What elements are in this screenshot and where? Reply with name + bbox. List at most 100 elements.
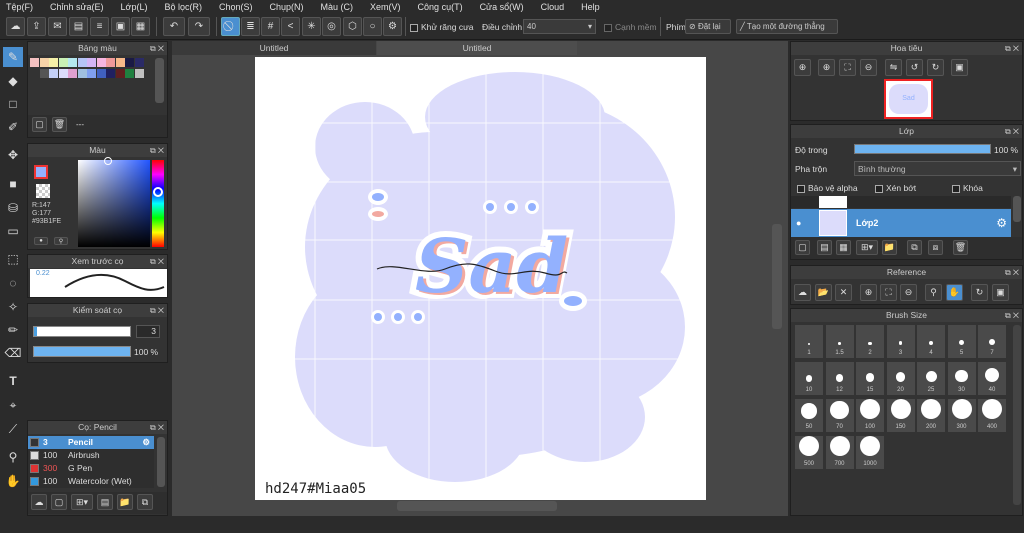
brush-item-watercolor[interactable]: 100 Watercolor (Wet) — [28, 475, 154, 488]
fill-rect-icon[interactable]: ■ — [3, 174, 23, 194]
brush-size-cell[interactable]: 10 — [795, 362, 823, 395]
pen-tool-icon[interactable]: ✐ — [3, 117, 23, 137]
brush-size-cell[interactable]: 700 — [825, 436, 854, 469]
folder-icon[interactable]: 📁 — [882, 240, 897, 255]
blend-select[interactable]: Bình thường ▾ — [854, 161, 1021, 176]
brush-size-value[interactable]: 3 — [136, 325, 160, 338]
straight-line-button[interactable]: ╱ Tạo một đường thẳng — [736, 19, 838, 34]
new-layer-icon[interactable]: ▢ — [795, 240, 810, 255]
brush-size-cell[interactable]: 15 — [856, 362, 884, 395]
brush-size-cell[interactable]: 300 — [947, 399, 976, 432]
cloud-icon[interactable]: ☁ — [6, 17, 25, 36]
trash-icon[interactable]: 🗑 — [52, 117, 67, 132]
palette-swatch[interactable] — [77, 69, 87, 78]
palette-swatch[interactable] — [115, 69, 125, 78]
snap-radial-icon[interactable]: ✳ — [302, 17, 321, 36]
snapshot-icon[interactable]: ▣ — [951, 59, 968, 76]
add-layer-dropdown-icon[interactable]: ⊞▾ — [856, 240, 878, 255]
zoom-out-icon[interactable]: ⊖ — [860, 59, 877, 76]
add-brush-icon[interactable]: ⊞▾ — [71, 494, 93, 510]
brush-size-cell[interactable]: 5 — [947, 325, 976, 358]
palette-swatch[interactable] — [96, 69, 106, 78]
close-icon[interactable]: ✕ — [835, 284, 852, 301]
canvas-hscrollbar[interactable] — [397, 501, 557, 511]
merge-layer-icon[interactable]: ⧈ — [928, 240, 943, 255]
copy-layer-icon[interactable]: ⧉ — [907, 240, 922, 255]
gradient-tool-icon[interactable]: ▭ — [3, 221, 23, 241]
reset-button[interactable]: ⊘ Đặt lại — [685, 19, 731, 34]
layer-scrollbar[interactable] — [1013, 196, 1021, 222]
eraser-tool-icon[interactable]: ◆ — [3, 71, 23, 91]
snapshot-icon[interactable]: ▣ — [992, 284, 1009, 301]
brush-item-airbrush[interactable]: 100 Airbrush — [28, 449, 154, 462]
brush-size-cell[interactable]: 20 — [886, 362, 915, 395]
marquee-tool-icon[interactable]: ⬚ — [3, 249, 23, 269]
palette-swatch[interactable] — [87, 58, 96, 67]
navigator-thumbnail[interactable]: Sad — [884, 79, 933, 119]
palette-swatch[interactable] — [39, 58, 49, 67]
eyedropper-icon[interactable]: ⚲ — [925, 284, 942, 301]
palette-swatch[interactable] — [68, 69, 77, 78]
zoom-in-icon[interactable]: ⊕ — [794, 59, 811, 76]
panel-menu-icon[interactable]: ⧉ ✕ — [150, 144, 164, 157]
layer-row-above[interactable] — [791, 196, 1011, 208]
panel-menu-icon[interactable]: ⧉ ✕ — [150, 255, 164, 268]
palette-swatch[interactable] — [30, 69, 39, 78]
fit-icon[interactable]: ⛶ — [880, 284, 897, 301]
palette-scrollbar[interactable] — [155, 58, 164, 103]
bucket-tool-icon[interactable]: ⛁ — [3, 198, 23, 218]
new-tone-icon[interactable]: ▦ — [836, 240, 851, 255]
list-icon[interactable]: ≡ — [90, 17, 109, 36]
menu-item[interactable]: Lớp(L) — [121, 2, 148, 12]
palette-swatch[interactable] — [115, 58, 125, 67]
panel-menu-icon[interactable]: ⧉ ✕ — [150, 42, 164, 55]
palette-swatch[interactable] — [106, 58, 115, 67]
tab-untitled-2[interactable]: Untitled — [377, 41, 577, 55]
eyedropper-small-icon[interactable]: ⚲ — [54, 237, 68, 245]
gear-icon[interactable]: ⚙ — [996, 216, 1007, 230]
saturation-value-picker[interactable] — [78, 160, 150, 247]
layer-opacity-slider[interactable] — [854, 144, 991, 154]
clipping-checkbox[interactable]: Xén bớt — [875, 183, 916, 193]
hand-tool-icon[interactable]: ✋ — [3, 471, 23, 491]
rotate-left-icon[interactable]: ↺ — [906, 59, 923, 76]
add-palette-icon[interactable]: ▢ — [32, 117, 47, 132]
zoom-in-icon[interactable]: ⊕ — [860, 284, 877, 301]
brush-size-cell[interactable]: 1.5 — [825, 325, 854, 358]
canvas-page[interactable]: Sad Sad Sad hd247#Miaa05 — [255, 57, 706, 500]
brush-size-cell[interactable]: 500 — [795, 436, 823, 469]
duplicate-icon[interactable]: ⧉ — [137, 494, 153, 510]
brush-size-slider[interactable] — [33, 326, 131, 337]
brush-size-cell[interactable]: 1000 — [856, 436, 884, 469]
zoom-in-alt-icon[interactable]: ⊕ — [818, 59, 835, 76]
secondary-color-swatch[interactable] — [36, 184, 50, 198]
lock-checkbox[interactable]: Khóa — [952, 183, 983, 193]
antialias-checkbox[interactable]: Khử răng cưa — [410, 22, 474, 32]
brush-opacity-slider[interactable] — [33, 346, 131, 357]
brush-tool-icon[interactable]: ✎ — [3, 47, 23, 67]
menu-item[interactable]: Chụp(N) — [270, 2, 304, 12]
menu-item[interactable]: Màu (C) — [321, 2, 354, 12]
palette-swatch[interactable] — [134, 58, 144, 67]
magic-wand-icon[interactable]: ✧ — [3, 297, 23, 317]
brush-item-pencil[interactable]: 3 Pencil ⚙ — [28, 436, 154, 449]
flip-icon[interactable]: ⇋ — [885, 59, 902, 76]
eyedropper-icon[interactable]: ⚲ — [3, 447, 23, 467]
panel-menu-icon[interactable]: ⧉ ✕ — [1005, 309, 1019, 322]
transform-icon[interactable]: ▣ — [111, 17, 130, 36]
brush-size-cell[interactable]: 2 — [856, 325, 884, 358]
redo-icon[interactable]: ↷ — [188, 17, 210, 36]
brush-size-scrollbar[interactable] — [1013, 325, 1021, 505]
divide-tool-icon[interactable]: ⟋ — [3, 419, 23, 439]
panel-menu-icon[interactable]: ⧉ ✕ — [1005, 125, 1019, 138]
palette-swatch[interactable] — [39, 69, 49, 78]
hue-slider[interactable] — [152, 160, 164, 247]
select-pen-icon[interactable]: ✏ — [3, 320, 23, 340]
menu-item[interactable]: Bộ lọc(R) — [164, 2, 202, 12]
primary-color-swatch[interactable] — [34, 165, 48, 179]
zoom-out-icon[interactable]: ⊖ — [900, 284, 917, 301]
palette-swatch[interactable] — [58, 69, 68, 78]
brush-settings-icon[interactable]: ▤ — [97, 494, 113, 510]
speech-icon[interactable]: ✉ — [48, 17, 67, 36]
brush-size-cell[interactable]: 3 — [886, 325, 915, 358]
